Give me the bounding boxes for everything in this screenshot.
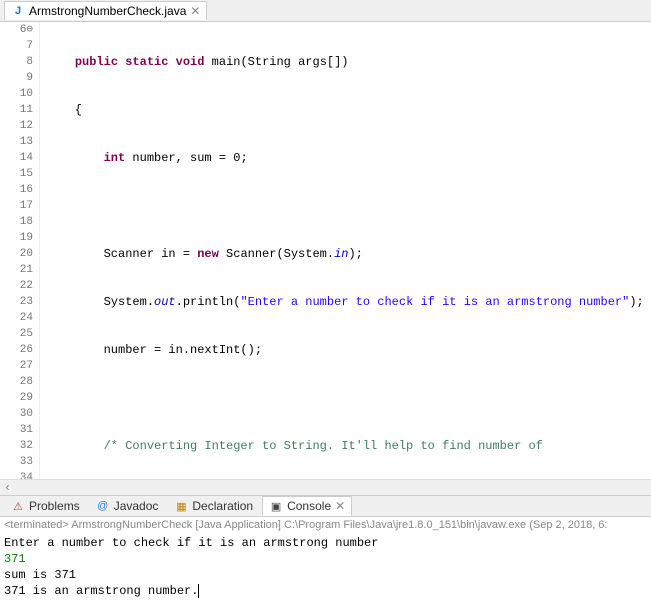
console-line: Enter a number to check if it is an arms…	[4, 535, 647, 551]
tab-console-label: Console	[287, 499, 331, 513]
code-editor[interactable]: 6⊖ 7 8 9 10 11 12 13 14 15 16 17 18 19 2…	[0, 22, 651, 479]
code-line: number = in.nextInt();	[46, 342, 651, 358]
code-line: System.out.println("Enter a number to ch…	[46, 294, 651, 310]
line-number: 22	[0, 278, 33, 294]
code-line: int number, sum = 0;	[46, 150, 651, 166]
editor-tab-active[interactable]: J ArmstrongNumberCheck.java ✕	[4, 1, 207, 20]
editor-tab-title: ArmstrongNumberCheck.java	[29, 4, 186, 18]
line-number: 26	[0, 342, 33, 358]
console-header: <terminated> ArmstrongNumberCheck [Java …	[0, 517, 651, 533]
java-file-icon: J	[11, 4, 25, 18]
line-number: 32	[0, 438, 33, 454]
line-number: 13	[0, 134, 33, 150]
line-number: 23	[0, 294, 33, 310]
line-number: 6⊖	[0, 22, 33, 38]
code-line: {	[46, 102, 651, 118]
line-number: 30	[0, 406, 33, 422]
line-number: 25	[0, 326, 33, 342]
tab-declaration[interactable]: ▦ Declaration	[167, 496, 260, 516]
line-number: 12	[0, 118, 33, 134]
text-cursor	[198, 584, 206, 598]
line-number: 14	[0, 150, 33, 166]
line-number: 10	[0, 86, 33, 102]
code-line	[46, 198, 651, 214]
line-number: 29	[0, 390, 33, 406]
tab-problems[interactable]: ⚠ Problems	[4, 496, 87, 516]
close-icon[interactable]: ✕	[335, 499, 345, 513]
console-icon: ▣	[269, 499, 283, 513]
console-line: sum is 371	[4, 567, 647, 583]
line-number: 11	[0, 102, 33, 118]
line-number: 24	[0, 310, 33, 326]
line-number: 31	[0, 422, 33, 438]
line-number: 27	[0, 358, 33, 374]
tab-javadoc[interactable]: @ Javadoc	[89, 496, 166, 516]
console-output[interactable]: Enter a number to check if it is an arms…	[0, 533, 651, 601]
editor-tab-bar: J ArmstrongNumberCheck.java ✕	[0, 0, 651, 22]
tab-declaration-label: Declaration	[192, 499, 253, 513]
tab-problems-label: Problems	[29, 499, 80, 513]
line-number: 8	[0, 54, 33, 70]
line-number: 19	[0, 230, 33, 246]
code-area[interactable]: public static void main(String args[]) {…	[40, 22, 651, 479]
line-number: 7	[0, 38, 33, 54]
code-line: public static void main(String args[])	[46, 54, 651, 70]
code-line	[46, 390, 651, 406]
line-number: 15	[0, 166, 33, 182]
line-number: 34	[0, 470, 33, 479]
console-line: 371 is an armstrong number.	[4, 583, 647, 599]
line-number: 16	[0, 182, 33, 198]
line-number-gutter: 6⊖ 7 8 9 10 11 12 13 14 15 16 17 18 19 2…	[0, 22, 40, 479]
line-number: 28	[0, 374, 33, 390]
horizontal-scrollbar[interactable]: ‹	[0, 479, 651, 495]
line-number: 9	[0, 70, 33, 86]
line-number: 21	[0, 262, 33, 278]
line-number: 20	[0, 246, 33, 262]
tab-javadoc-label: Javadoc	[114, 499, 159, 513]
javadoc-icon: @	[96, 499, 110, 513]
problems-icon: ⚠	[11, 499, 25, 513]
scroll-left-icon[interactable]: ‹	[4, 481, 11, 495]
tab-console[interactable]: ▣ Console ✕	[262, 496, 352, 516]
declaration-icon: ▦	[174, 499, 188, 513]
line-number: 33	[0, 454, 33, 470]
console-input-line: 371	[4, 551, 647, 567]
line-number: 17	[0, 198, 33, 214]
code-line: Scanner in = new Scanner(System.in);	[46, 246, 651, 262]
line-number: 18	[0, 214, 33, 230]
code-line: /* Converting Integer to String. It'll h…	[46, 438, 651, 454]
close-icon[interactable]: ✕	[190, 4, 200, 18]
bottom-view-tabs: ⚠ Problems @ Javadoc ▦ Declaration ▣ Con…	[0, 495, 651, 517]
